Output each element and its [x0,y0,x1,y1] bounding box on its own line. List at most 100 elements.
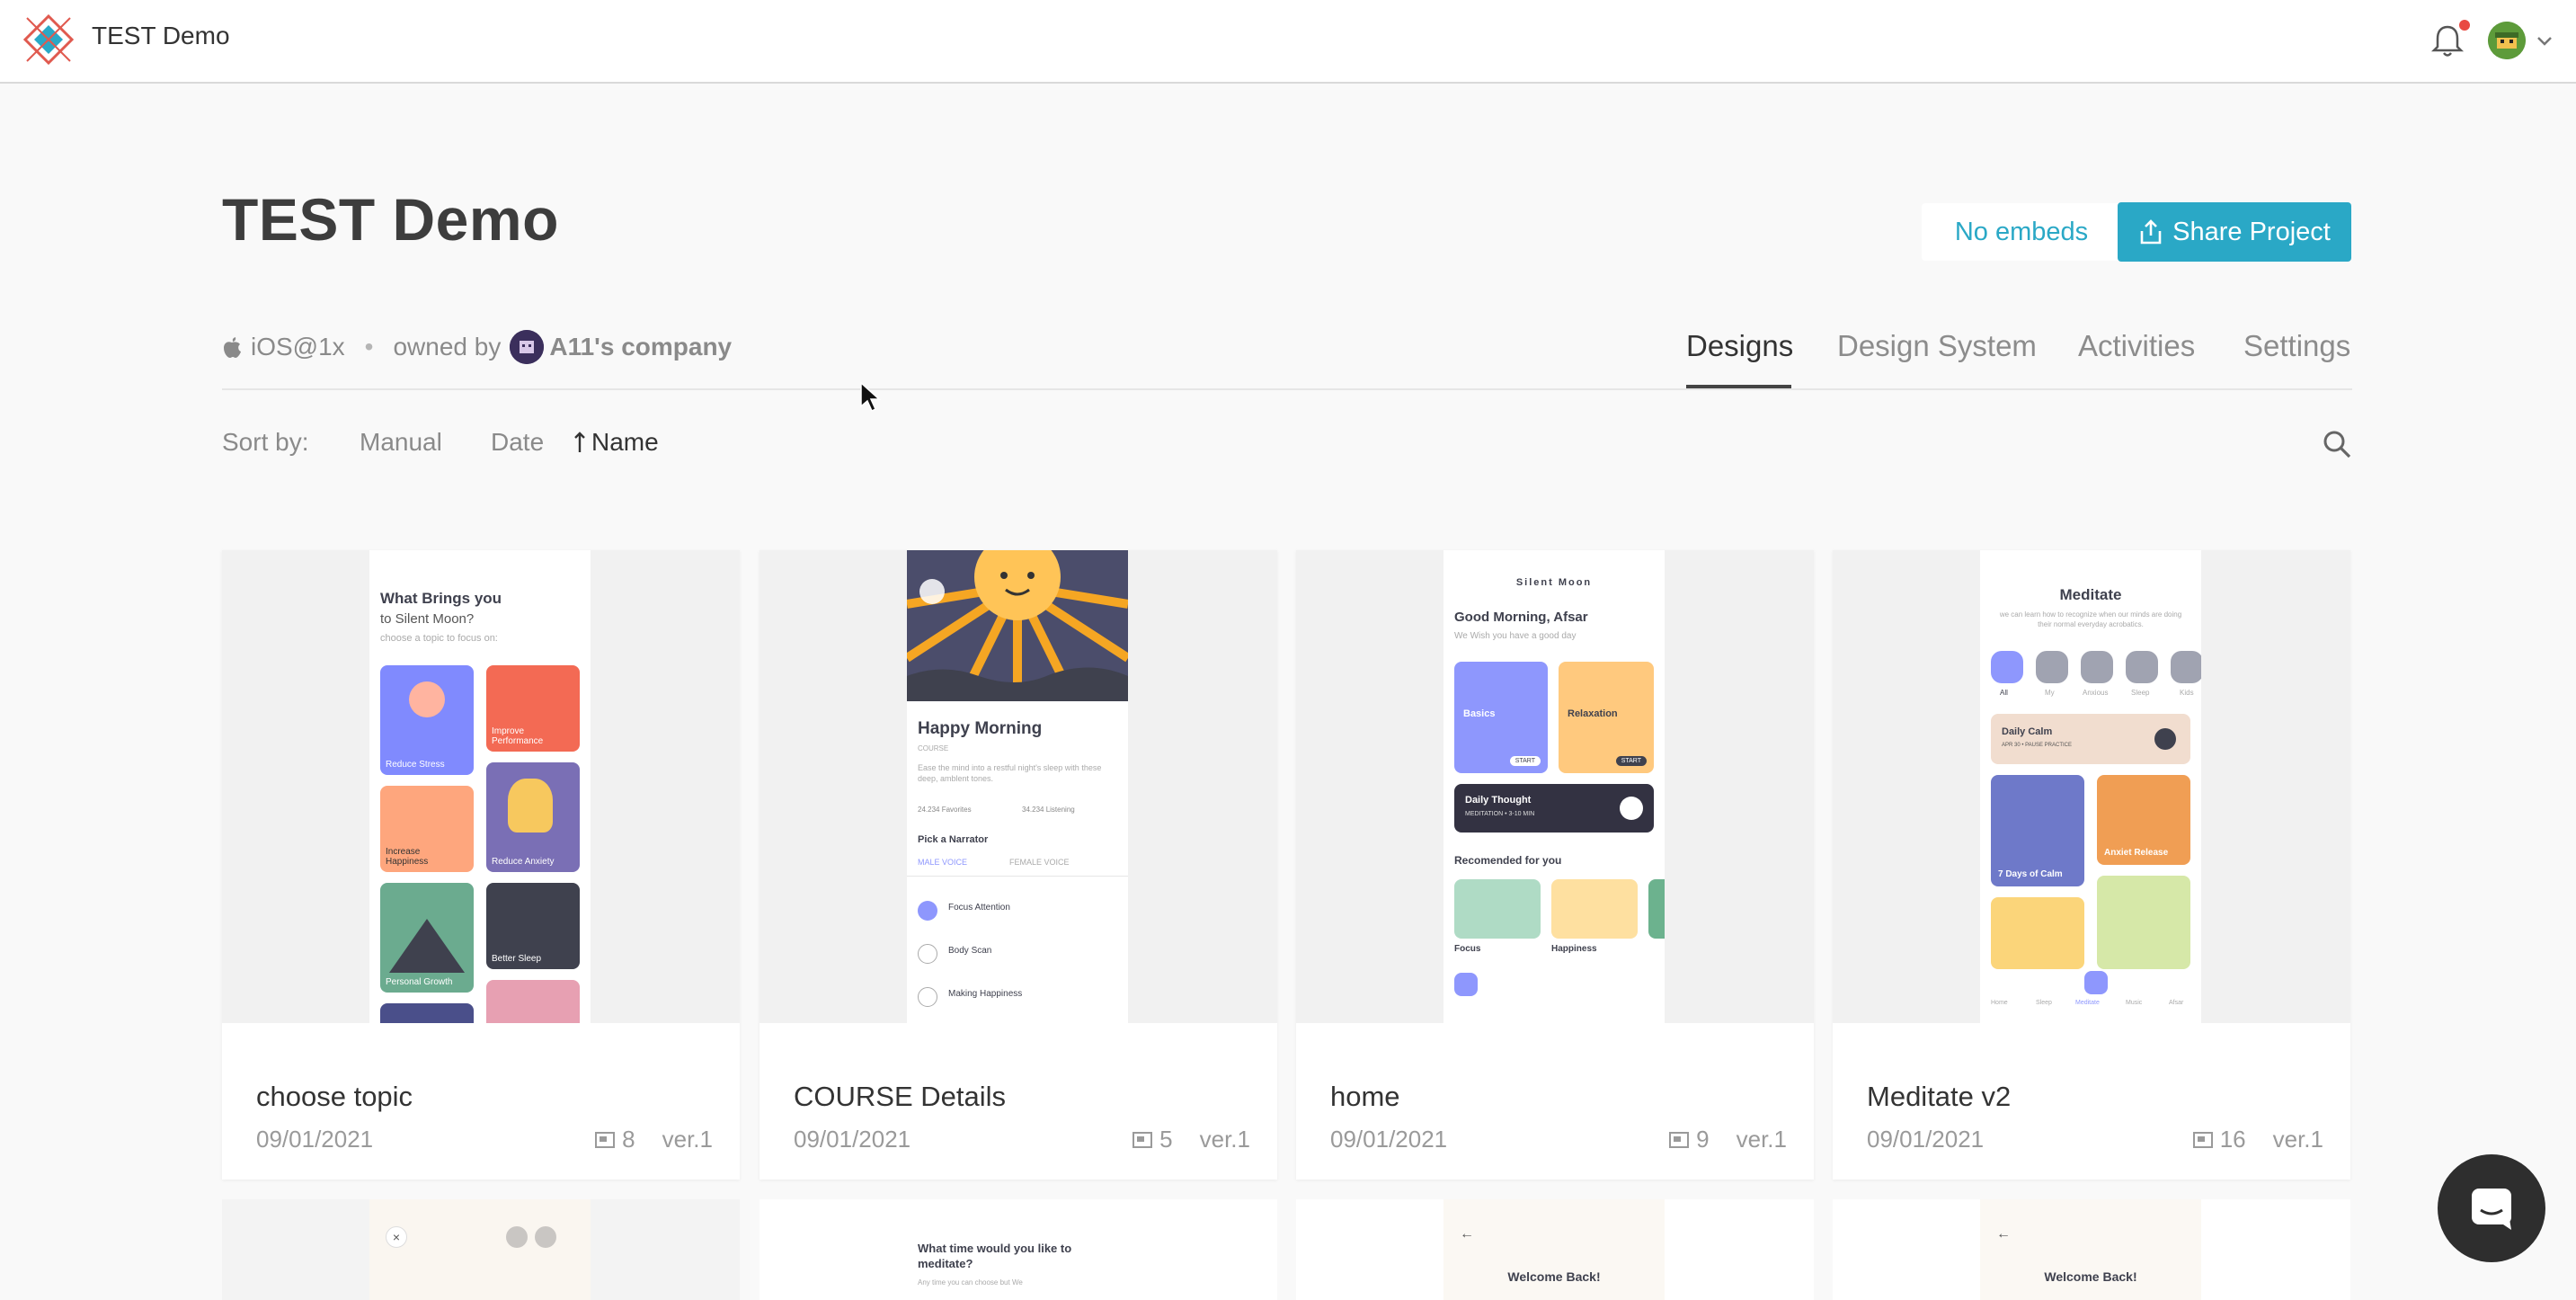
track-item: Body Scan [948,946,992,956]
design-card-meditate-v2[interactable]: Meditate we can learn how to recognize w… [1833,550,2350,1180]
share-project-label: Share Project [2172,217,2331,246]
tab-settings[interactable]: Settings [2243,329,2350,363]
thumb-title: What Brings you [380,590,502,607]
logo-icon[interactable] [22,13,76,67]
daily-calm-card: Daily Calm APR 30 • PAUSE PRACTICE [1991,714,2190,764]
screen-preview: Happy Morning COURSE Ease the mind into … [907,550,1128,1023]
nav-meditate-icon [2084,971,2108,994]
chat-icon [2472,1189,2511,1230]
top-navbar: TEST Demo [0,0,2576,84]
design-card-partial[interactable]: ← Welcome Back! [1296,1199,1814,1300]
thumb-greeting: Good Morning, Afsar [1454,610,1588,625]
start-button: START [1509,756,1541,766]
page-title: TEST Demo [222,186,559,253]
category-icon [2126,651,2158,683]
category-icon [2081,651,2113,683]
rec-tile [1454,879,1541,939]
share-project-button[interactable]: Share Project [2118,202,2351,262]
thumb-narrator: Pick a Narrator [918,834,989,845]
design-card-partial[interactable]: × [222,1199,740,1300]
sort-manual[interactable]: Manual [360,428,442,457]
design-thumbnail[interactable]: Silent Moon Good Morning, Afsar We Wish … [1296,550,1814,1023]
screens-icon [1133,1131,1153,1148]
design-version: ver.1 [1199,1126,1250,1153]
nav-label: Home [1991,1000,2008,1006]
back-arrow-icon: ← [1996,1226,2011,1242]
search-icon[interactable] [2321,428,2353,460]
design-thumbnail[interactable]: Meditate we can learn how to recognize w… [1833,550,2350,1023]
calm-sub: APR 30 • PAUSE PRACTICE [2002,743,2073,748]
rec-tile [1648,879,1665,939]
app-title[interactable]: TEST Demo [92,22,230,50]
thumb-welcome: Welcome Back! [1507,1269,1601,1284]
category-label: Sleep [2131,689,2150,697]
chevron-down-icon[interactable] [2533,29,2556,52]
avatar-icon[interactable] [2488,22,2526,59]
topic-tile: Improve Performance [486,665,580,752]
screen-preview: Silent Moon Good Morning, Afsar We Wish … [1443,550,1665,1023]
sort-date[interactable]: Date [491,428,544,457]
thumb-divider [907,876,1128,877]
sun-illustration [907,550,1128,701]
screen-preview: ← Welcome Back! [1443,1199,1665,1300]
topic-tile-label: Increase Happiness [386,847,429,867]
thumb-question: What time would you like to meditate? [918,1242,1072,1270]
topic-tile: Reduce Stress [380,665,474,775]
design-meta: 16 ver.1 [2192,1126,2323,1153]
design-card-home[interactable]: Silent Moon Good Morning, Afsar We Wish … [1296,550,1814,1180]
play-icon [1620,797,1643,820]
tile-label: Basics [1463,708,1496,719]
thumb-listening: 34.234 Listening [1022,806,1075,814]
sort-label: Sort by: [222,428,309,456]
play-icon [2154,728,2176,750]
design-card-course-details[interactable]: Happy Morning COURSE Ease the mind into … [759,550,1277,1180]
design-name[interactable]: Meditate v2 [1867,1081,2011,1113]
no-embeds-button[interactable]: No embeds [1922,203,2121,261]
chat-launcher-button[interactable] [2438,1154,2545,1262]
owner-name[interactable]: A11's company [549,333,732,361]
design-name[interactable]: choose topic [256,1081,413,1113]
tab-design-system[interactable]: Design System [1837,329,2037,363]
category-label: My [2045,689,2055,697]
topic-tile: Reduce Anxiety [486,762,580,872]
thumb-hint: Any time you can choose but We [918,1278,1023,1287]
meditate-tile: Anxiet Release [2097,775,2190,865]
design-card-partial[interactable]: What time would you like to meditate? An… [759,1199,1277,1300]
screens-icon [2192,1131,2213,1148]
meditate-tile [2097,876,2190,969]
screen-preview: What time would you like to meditate? An… [907,1199,1128,1300]
thumb-title: Happy Morning [918,719,1043,738]
sort-name[interactable]: Name [573,428,659,457]
design-card-partial[interactable]: ← Welcome Back! [1833,1199,2350,1300]
track-item: Making Happiness [948,989,1023,999]
thumb-brand: Silent Moon [1515,577,1593,588]
thumb-title: Meditate [2059,586,2122,603]
topic-tile-label: Reduce Stress [386,760,445,770]
design-name[interactable]: COURSE Details [794,1081,1006,1113]
meditate-tile: 7 Days of Calm [1991,775,2084,886]
share-icon [2140,219,2162,245]
thumb-subtitle: to Silent Moon? [380,611,475,627]
tab-activities[interactable]: Activities [2078,329,2195,363]
mouse-cursor-icon [860,381,881,413]
topic-tile-label: Reduce Anxiety [492,857,555,867]
category-label: Anxious [2083,689,2109,697]
design-version: ver.1 [1736,1126,1787,1153]
design-thumbnail[interactable]: What Brings you to Silent Moon? choose a… [222,550,740,1023]
header-divider [222,388,2352,390]
screen-preview: What Brings you to Silent Moon? choose a… [369,550,591,1023]
tile-label: Anxiet Release [2104,848,2169,858]
design-name[interactable]: home [1330,1081,1400,1113]
thumb-welcome: Welcome Back! [2044,1269,2137,1284]
apple-icon [224,337,241,358]
tab-designs[interactable]: Designs [1686,329,1793,363]
design-meta: 5 ver.1 [1133,1126,1250,1153]
thumb-favorites: 24.234 Favorites [918,806,972,814]
home-tile-basics: Basics START [1454,662,1548,773]
meditate-tile [1991,897,2084,969]
design-thumbnail[interactable]: Happy Morning COURSE Ease the mind into … [759,550,1277,1023]
start-button: START [1615,756,1647,766]
owned-by-label: owned by [393,333,502,361]
design-card-choose-topic[interactable]: What Brings you to Silent Moon? choose a… [222,550,740,1180]
topic-tile: Increase Happiness [380,786,474,872]
